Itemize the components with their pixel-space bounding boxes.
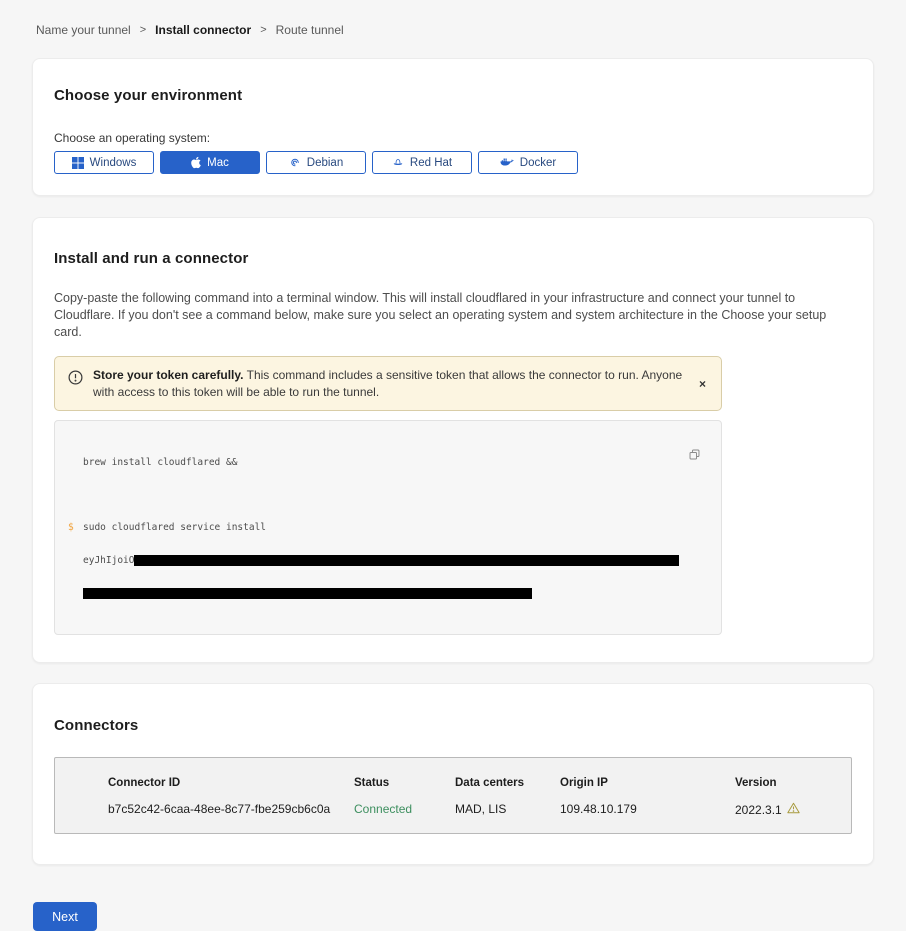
token-warning-banner: Store your token carefully. This command…: [54, 356, 722, 411]
next-button[interactable]: Next: [33, 902, 97, 931]
code-line-sudo: $sudo cloudflared service install: [83, 522, 681, 533]
connector-status-value: Connected: [354, 802, 455, 817]
os-button-group: Windows Mac Debian Red Hat Docker: [54, 151, 852, 174]
token-redaction-bar: [134, 555, 679, 566]
token-prefix: eyJhIjoiO: [83, 555, 134, 566]
connectors-title: Connectors: [54, 717, 852, 734]
close-icon[interactable]: ×: [697, 377, 708, 391]
column-header-version: Version: [735, 777, 831, 802]
column-header-status: Status: [354, 777, 455, 802]
os-button-label: Debian: [307, 157, 343, 169]
debian-icon: [289, 157, 301, 169]
os-button-windows[interactable]: Windows: [54, 151, 154, 174]
windows-icon: [72, 157, 84, 169]
column-header-data-centers: Data centers: [455, 777, 560, 802]
shell-prompt: $: [68, 522, 74, 533]
os-button-mac[interactable]: Mac: [160, 151, 260, 174]
token-redaction-bar: [83, 588, 532, 599]
os-button-label: Docker: [520, 157, 556, 169]
breadcrumb-step-name-tunnel[interactable]: Name your tunnel: [36, 23, 131, 37]
choose-environment-title: Choose your environment: [54, 87, 852, 104]
os-button-label: Windows: [90, 157, 137, 169]
apple-icon: [191, 156, 201, 169]
column-header-origin-ip: Origin IP: [560, 777, 735, 802]
install-command: brew install cloudflared && $sudo cloudf…: [83, 435, 681, 621]
connectors-table: Connector ID Status Data centers Origin …: [54, 757, 852, 834]
breadcrumb: Name your tunnel > Install connector > R…: [0, 0, 906, 37]
code-line-token-2: [83, 588, 681, 599]
connectors-card: Connectors Connector ID Status Data cent…: [32, 683, 874, 865]
os-button-debian[interactable]: Debian: [266, 151, 366, 174]
code-line-sudo-text: sudo cloudflared service install: [83, 522, 266, 533]
copy-icon[interactable]: [686, 446, 703, 466]
connector-data-centers-value: MAD, LIS: [455, 802, 560, 817]
version-number: 2022.3.1: [735, 803, 782, 817]
alert-circle-icon: [68, 370, 83, 390]
os-button-label: Red Hat: [410, 157, 452, 169]
connector-id-value: b7c52c42-6caa-48ee-8c77-fbe259cb6c0a: [108, 802, 354, 817]
token-warning-title: Store your token carefully.: [93, 368, 244, 382]
breadcrumb-separator: >: [140, 24, 146, 36]
os-button-redhat[interactable]: Red Hat: [372, 151, 472, 174]
code-line-brew: brew install cloudflared &&: [83, 457, 681, 468]
os-button-docker[interactable]: Docker: [478, 151, 578, 174]
column-header-connector-id: Connector ID: [108, 777, 354, 802]
redhat-icon: [392, 157, 404, 169]
install-command-code-block: brew install cloudflared && $sudo cloudf…: [54, 420, 722, 635]
token-warning-text: Store your token carefully. This command…: [93, 367, 687, 401]
connector-origin-ip-value: 109.48.10.179: [560, 802, 735, 817]
connector-version-value: 2022.3.1: [735, 802, 831, 817]
install-connector-card: Install and run a connector Copy-paste t…: [32, 217, 874, 663]
docker-icon: [500, 157, 514, 168]
breadcrumb-step-route-tunnel[interactable]: Route tunnel: [276, 23, 344, 37]
os-select-label: Choose an operating system:: [54, 131, 852, 145]
os-button-label: Mac: [207, 157, 229, 169]
warning-triangle-icon[interactable]: [787, 802, 800, 817]
code-line-token: eyJhIjoiO: [83, 555, 681, 566]
install-connector-description: Copy-paste the following command into a …: [54, 290, 852, 341]
install-connector-title: Install and run a connector: [54, 250, 852, 267]
choose-environment-card: Choose your environment Choose an operat…: [32, 58, 874, 196]
breadcrumb-separator: >: [260, 24, 266, 36]
breadcrumb-step-install-connector[interactable]: Install connector: [155, 23, 251, 37]
